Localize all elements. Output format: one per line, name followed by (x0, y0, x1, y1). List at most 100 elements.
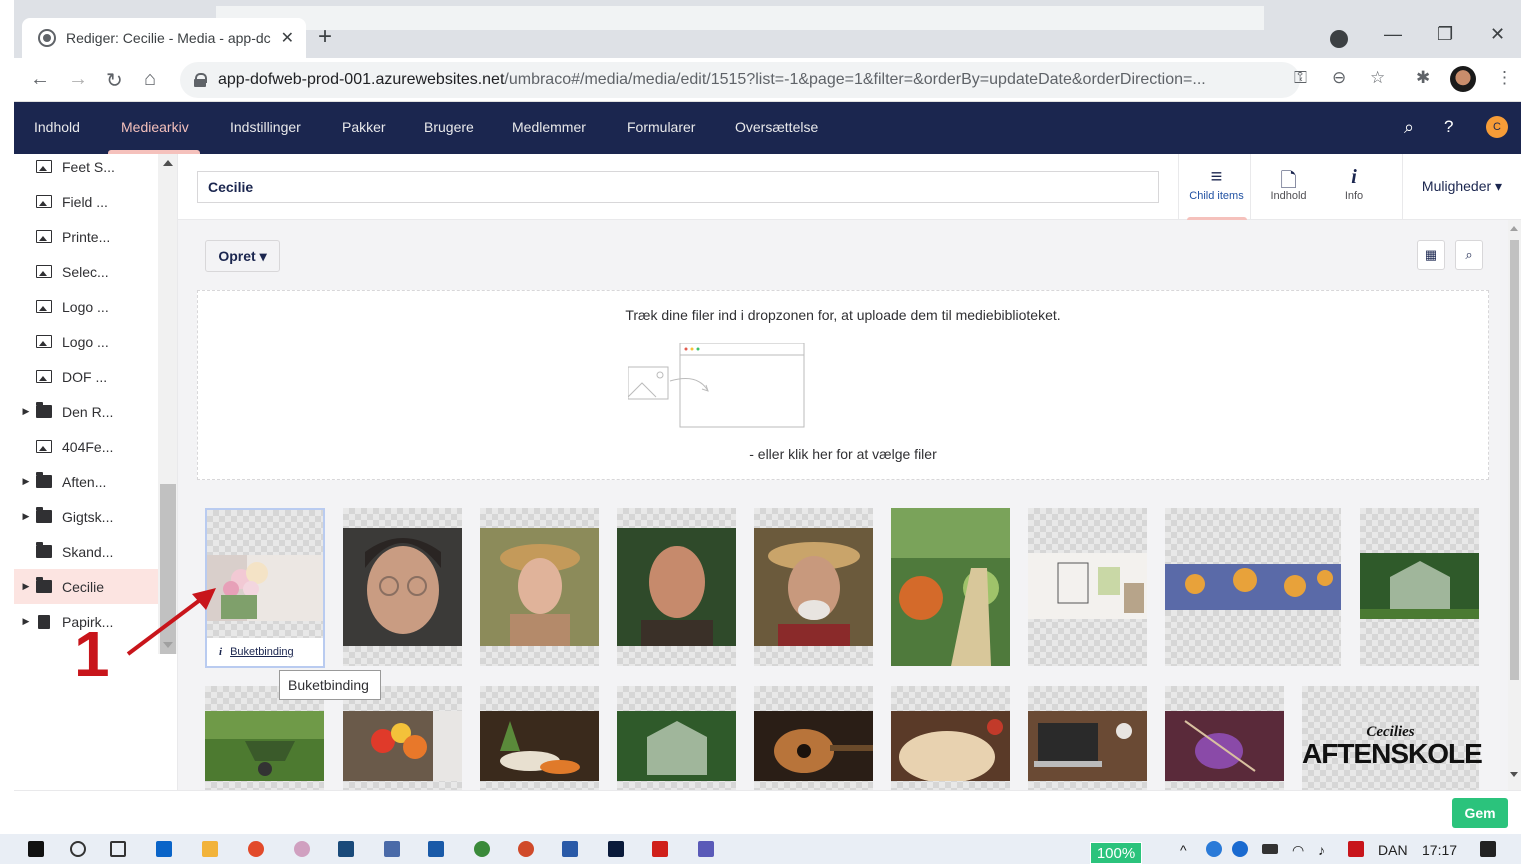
nav-oversaettelse[interactable]: Oversættelse (735, 102, 818, 154)
media-item[interactable] (617, 686, 736, 790)
tab-indhold[interactable]: 🗋 Indhold (1250, 154, 1326, 220)
home-icon[interactable]: ⌂ (144, 68, 156, 91)
save-button[interactable]: Gem (1452, 798, 1508, 828)
tree-item[interactable]: Skand... (14, 534, 158, 569)
battery-icon[interactable] (1262, 844, 1278, 854)
tree-item[interactable]: ▶ Aften... (14, 464, 158, 499)
menu-icon[interactable]: ⋮ (1496, 68, 1513, 88)
nav-indhold[interactable]: Indhold (34, 102, 80, 154)
scrollbar-thumb[interactable] (1510, 240, 1519, 680)
photos-icon[interactable] (428, 841, 444, 857)
forward-icon[interactable]: → (68, 68, 88, 91)
expand-arrow-icon[interactable]: ▶ (20, 476, 32, 487)
search-icon[interactable]: ⌕ (1455, 240, 1483, 270)
user-avatar[interactable]: C (1486, 116, 1508, 138)
media-item[interactable] (1028, 686, 1147, 790)
profile-avatar[interactable] (1450, 66, 1476, 92)
nav-mediearkiv[interactable]: Mediearkiv (121, 102, 189, 154)
extensions-icon[interactable]: ✱ (1416, 68, 1430, 88)
scroll-down-icon[interactable] (1510, 772, 1518, 777)
media-item[interactable] (891, 686, 1010, 790)
search-icon[interactable]: ⌕ (1404, 117, 1414, 138)
expand-arrow-icon[interactable]: ▶ (20, 581, 32, 592)
teams-icon[interactable] (698, 841, 714, 857)
onedrive-business-icon[interactable] (1232, 841, 1248, 857)
tree-item[interactable]: DOF ... (14, 359, 158, 394)
acrobat-icon[interactable] (652, 841, 668, 857)
chrome-icon[interactable] (248, 841, 264, 857)
media-item[interactable] (480, 508, 599, 666)
browser-tab[interactable]: Rediger: Cecilie - Media - app-dc ✕ (22, 18, 306, 58)
wifi-icon[interactable]: ◠ (1292, 842, 1304, 859)
task-view-icon[interactable] (110, 841, 126, 857)
choose-files-link[interactable]: - eller klik her for at vælge filer (198, 446, 1488, 462)
grid-view-icon[interactable]: ▦ (1417, 240, 1445, 270)
media-item-name[interactable]: Buketbinding (230, 646, 294, 658)
powerpoint-icon[interactable] (518, 841, 534, 857)
nav-indstillinger[interactable]: Indstillinger (230, 102, 301, 154)
media-item[interactable] (343, 508, 462, 666)
zoom-icon[interactable]: ⊖ (1332, 68, 1346, 88)
photoshop-icon[interactable] (608, 841, 624, 857)
window-close-button[interactable]: ✕ (1490, 24, 1505, 45)
tree-item[interactable]: Feet S... (14, 154, 158, 184)
tray-chevron-icon[interactable]: ^ (1180, 842, 1187, 858)
media-item[interactable] (754, 508, 873, 666)
notification-badge-icon[interactable] (1348, 841, 1364, 857)
reload-icon[interactable]: ↻ (106, 68, 123, 93)
tab-info[interactable]: i Info (1316, 154, 1392, 220)
key-icon[interactable]: ⚿ (1294, 68, 1307, 88)
expand-arrow-icon[interactable]: ▶ (20, 616, 32, 627)
back-icon[interactable]: ← (30, 68, 50, 91)
clock[interactable]: 17:17 (1422, 842, 1457, 858)
tree-item[interactable]: Logo ... (14, 289, 158, 324)
scroll-up-icon[interactable] (1510, 226, 1518, 231)
tab-child-items[interactable]: ≡ Child items (1178, 154, 1254, 220)
options-dropdown[interactable]: Muligheder ▾ (1402, 154, 1521, 220)
help-icon[interactable]: ? (1444, 117, 1453, 137)
media-item[interactable] (1165, 508, 1341, 666)
tree-item[interactable]: ▶ Gigtsk... (14, 499, 158, 534)
task-manager-icon[interactable] (338, 841, 354, 857)
content-scrollbar[interactable] (1508, 220, 1521, 790)
app-icon[interactable] (384, 841, 400, 857)
outlook-icon[interactable] (156, 841, 172, 857)
media-item[interactable] (754, 686, 873, 790)
lock-icon[interactable] (194, 73, 207, 87)
onedrive-icon[interactable] (1206, 841, 1222, 857)
word-icon[interactable] (562, 841, 578, 857)
restore-button[interactable]: ❐ (1437, 24, 1453, 45)
star-icon[interactable]: ☆ (1370, 68, 1385, 88)
nav-medlemmer[interactable]: Medlemmer (512, 102, 586, 154)
language-indicator[interactable]: DAN (1378, 842, 1408, 858)
tree-item[interactable]: Selec... (14, 254, 158, 289)
tree-item[interactable]: 404Fe... (14, 429, 158, 464)
nav-formularer[interactable]: Formularer (627, 102, 695, 154)
media-item[interactable] (205, 686, 324, 790)
nav-pakker[interactable]: Pakker (342, 102, 386, 154)
tree-scrollbar[interactable] (158, 154, 177, 654)
tree-item[interactable]: ▶ Den R... (14, 394, 158, 429)
media-item[interactable] (891, 508, 1010, 666)
scroll-up-icon[interactable] (163, 160, 173, 166)
nav-brugere[interactable]: Brugere (424, 102, 474, 154)
dropzone[interactable]: Træk dine filer ind i dropzonen for, at … (197, 290, 1489, 480)
media-item[interactable]: Cecilies AFTENSKOLE (1302, 686, 1483, 790)
file-explorer-icon[interactable] (202, 841, 218, 857)
expand-arrow-icon[interactable]: ▶ (20, 511, 32, 522)
action-center-icon[interactable] (1480, 841, 1496, 857)
media-item[interactable] (1028, 508, 1147, 666)
tree-item[interactable]: Logo ... (14, 324, 158, 359)
create-button[interactable]: Opret ▾ (205, 240, 280, 272)
windows-start-icon[interactable] (28, 841, 44, 857)
media-item[interactable] (343, 686, 462, 790)
tree-item[interactable]: Printe... (14, 219, 158, 254)
volume-icon[interactable]: ♪ (1318, 842, 1325, 858)
media-item[interactable] (1360, 508, 1479, 666)
media-item[interactable] (480, 686, 599, 790)
minimize-button[interactable]: — (1384, 24, 1402, 45)
new-tab-button[interactable]: + (318, 24, 332, 50)
name-input[interactable]: Cecilie (197, 171, 1159, 203)
media-item[interactable] (1165, 686, 1284, 790)
expand-arrow-icon[interactable]: ▶ (20, 406, 32, 417)
